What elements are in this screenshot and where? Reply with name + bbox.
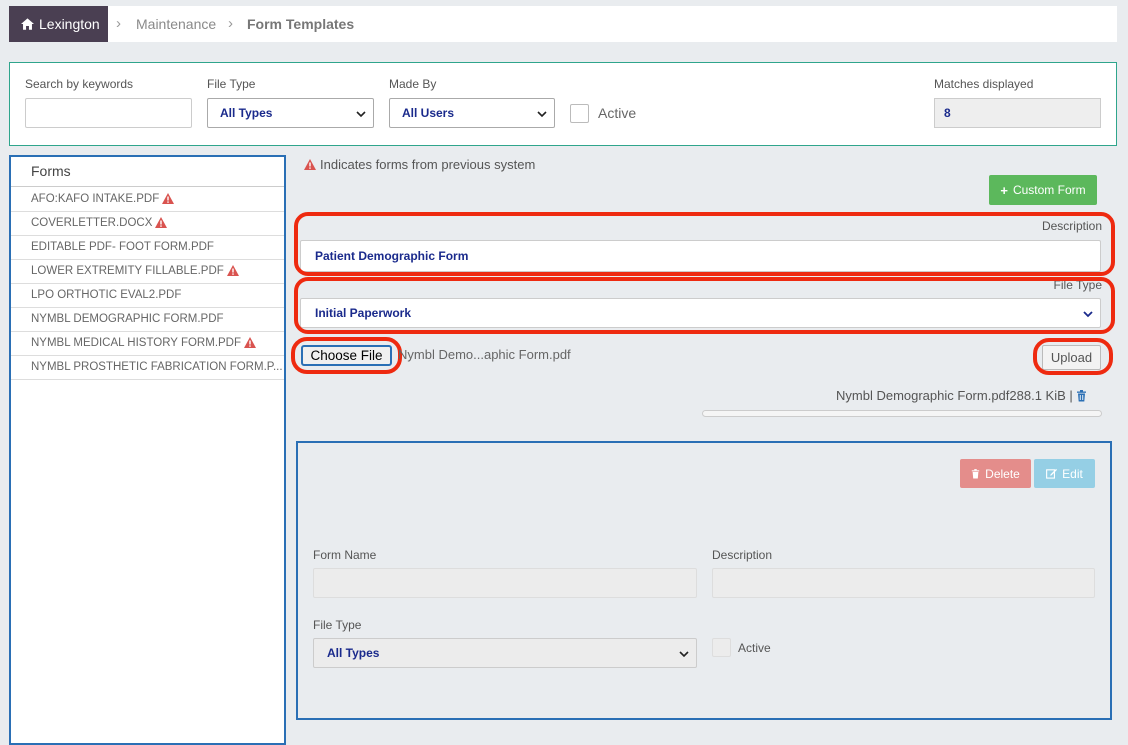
forms-list-item[interactable]: AFO:KAFO INTAKE.PDF: [11, 188, 284, 212]
warning-icon: [162, 193, 175, 204]
forms-list-panel: Forms AFO:KAFO INTAKE.PDF COVERLETTER.DOC…: [9, 155, 286, 745]
detail-file-type-label: File Type: [313, 618, 362, 632]
chevron-down-icon: [679, 648, 689, 658]
active-checkbox[interactable]: [570, 104, 589, 123]
active-label: Active: [598, 105, 637, 121]
delete-button[interactable]: Delete: [960, 459, 1031, 488]
made-by-select[interactable]: All Users: [389, 98, 555, 128]
detail-file-type-value: All Types: [327, 646, 380, 660]
trash-icon[interactable]: [1076, 389, 1087, 402]
file-type-select[interactable]: All Types: [207, 98, 374, 128]
home-icon: [21, 18, 34, 30]
edit-button[interactable]: Edit: [1034, 459, 1095, 488]
forms-list-item[interactable]: LOWER EXTREMITY FILLABLE.PDF: [11, 260, 284, 284]
legend: Indicates forms from previous system: [301, 157, 535, 172]
breadcrumb-separator-icon: ›: [116, 15, 121, 32]
form-item-label: NYMBL MEDICAL HISTORY FORM.PDF: [31, 337, 242, 349]
edit-label: Edit: [1062, 466, 1083, 481]
legend-text: Indicates forms from previous system: [320, 157, 536, 172]
warning-icon: [155, 217, 168, 228]
annotation-circle-file-type: [294, 277, 1115, 334]
filter-panel: Search by keywords File Type All Types M…: [9, 62, 1117, 146]
edit-icon: [1046, 468, 1058, 479]
search-label: Search by keywords: [25, 77, 134, 91]
form-item-label: EDITABLE PDF- FOOT FORM.PDF: [31, 241, 214, 253]
forms-list-item[interactable]: NYMBL MEDICAL HISTORY FORM.PDF: [11, 332, 284, 356]
warning-icon: [226, 265, 239, 276]
form-detail-panel: Delete Edit Form Name Description File T…: [296, 441, 1112, 720]
upload-file-info: Nymbl Demographic Form.pdf288.1 KiB |: [836, 388, 1073, 403]
breadcrumb-form-templates: Form Templates: [247, 16, 355, 32]
forms-list-item[interactable]: EDITABLE PDF- FOOT FORM.PDF: [11, 236, 284, 260]
form-name-label: Form Name: [313, 548, 377, 562]
form-name-field: [313, 568, 697, 598]
forms-header: Forms: [11, 157, 284, 187]
form-item-label: COVERLETTER.DOCX: [31, 217, 153, 229]
detail-description-label: Description: [712, 548, 773, 562]
form-item-label: NYMBL DEMOGRAPHIC FORM.PDF: [31, 313, 224, 325]
custom-form-label: Custom Form: [1012, 183, 1086, 197]
custom-form-button[interactable]: + Custom Form: [989, 175, 1097, 205]
breadcrumb-home[interactable]: Lexington: [9, 6, 108, 42]
breadcrumb-home-label: Lexington: [39, 16, 100, 32]
detail-file-type-select: All Types: [313, 638, 697, 668]
matches-count: 8: [934, 98, 1101, 128]
annotation-circle-upload: [1033, 338, 1113, 375]
file-type-label: File Type: [207, 77, 256, 91]
made-by-label: Made By: [389, 77, 437, 91]
chevron-down-icon: [537, 108, 547, 118]
plus-icon: +: [1000, 182, 1008, 198]
detail-active-label: Active: [738, 641, 771, 655]
upload-info: Nymbl Demographic Form.pdf288.1 KiB |: [836, 388, 1087, 403]
detail-active-checkbox: [712, 638, 731, 657]
warning-icon: [244, 337, 257, 348]
chevron-down-icon: [356, 108, 366, 118]
annotation-circle-description: [294, 212, 1115, 276]
matches-label: Matches displayed: [934, 77, 1034, 91]
warning-icon: [304, 159, 316, 170]
forms-list-item[interactable]: COVERLETTER.DOCX: [11, 212, 284, 236]
forms-list-item[interactable]: NYMBL DEMOGRAPHIC FORM.PDF: [11, 308, 284, 332]
breadcrumb-separator-icon: ›: [228, 15, 233, 32]
form-item-label: LOWER EXTREMITY FILLABLE.PDF: [31, 265, 224, 277]
forms-list-item[interactable]: LPO ORTHOTIC EVAL2.PDF: [11, 284, 284, 308]
file-chosen-name: Nymbl Demo...aphic Form.pdf: [398, 347, 571, 362]
trash-icon: [971, 468, 980, 478]
upload-progress-bar: [702, 410, 1102, 417]
form-item-label: LPO ORTHOTIC EVAL2.PDF: [31, 289, 182, 301]
form-item-label: AFO:KAFO INTAKE.PDF: [31, 193, 160, 205]
search-input[interactable]: [25, 98, 192, 128]
forms-list-item[interactable]: NYMBL PROSTHETIC FABRICATION FORM.P...: [11, 356, 284, 380]
made-by-value: All Users: [402, 106, 455, 120]
breadcrumb-maintenance[interactable]: Maintenance: [136, 16, 216, 32]
annotation-circle-choose-file: [291, 337, 402, 374]
breadcrumb: Lexington › Maintenance › Form Templates: [9, 6, 1117, 42]
file-type-value: All Types: [220, 106, 273, 120]
form-item-label: NYMBL PROSTHETIC FABRICATION FORM.P...: [31, 361, 283, 373]
delete-label: Delete: [985, 466, 1020, 481]
detail-description-field: [712, 568, 1095, 598]
